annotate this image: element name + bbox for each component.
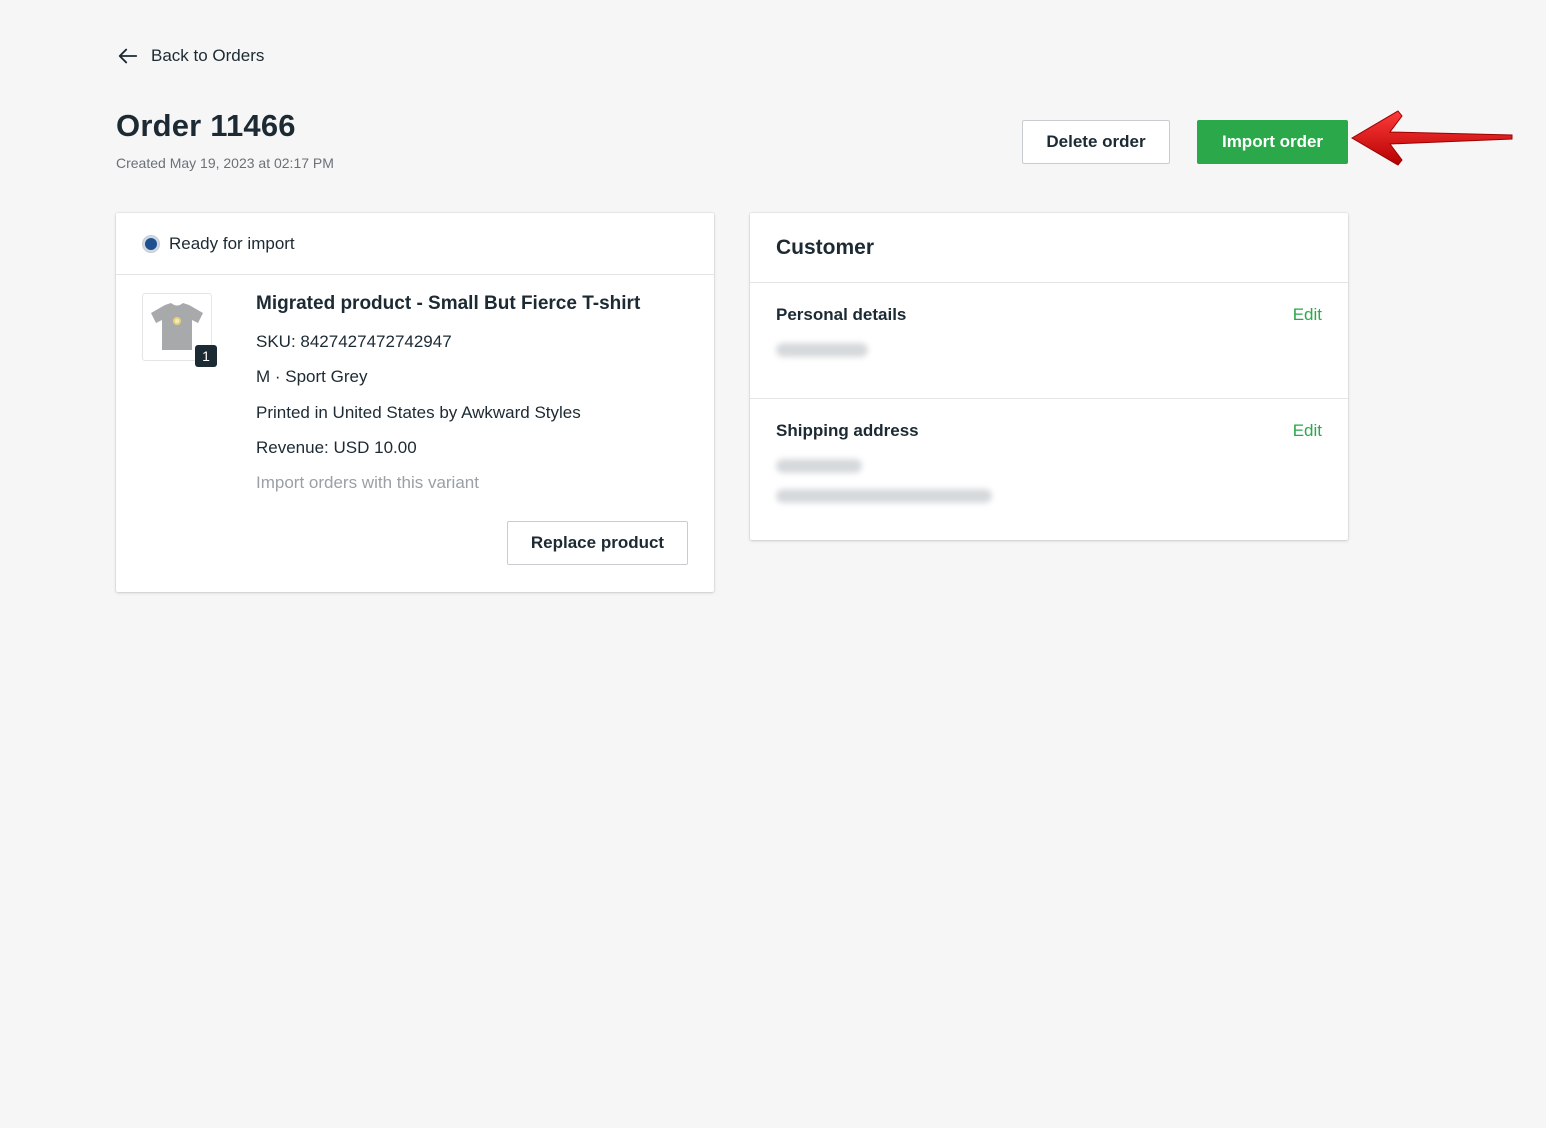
- product-printed-by: Printed in United States by Awkward Styl…: [256, 402, 581, 422]
- edit-shipping-address-link[interactable]: Edit: [1293, 421, 1322, 441]
- personal-details-section: Personal details Edit: [750, 283, 1348, 399]
- edit-personal-details-link[interactable]: Edit: [1293, 305, 1322, 325]
- quantity-badge: 1: [195, 345, 217, 367]
- customer-title: Customer: [776, 235, 875, 259]
- import-variant-link[interactable]: Import orders with this variant: [256, 472, 640, 507]
- customer-header: Customer: [750, 213, 1348, 283]
- product-variant: M · Sport Grey: [256, 367, 368, 387]
- redacted-address-line-2: [776, 489, 992, 503]
- status-row: Ready for import: [116, 213, 714, 275]
- product-row: 1 Migrated product - Small But Fierce T-…: [116, 275, 714, 591]
- redacted-name: [776, 343, 868, 357]
- page-title: Order 11466: [116, 108, 296, 143]
- product-sku: SKU: 8427427472742947: [256, 332, 452, 351]
- order-item-card: Ready for import 1 Migrated product - Sm…: [116, 213, 714, 592]
- arrow-left-icon: [118, 48, 138, 64]
- customer-card: Customer Personal details Edit Shipping …: [750, 213, 1348, 540]
- shipping-address-label: Shipping address: [776, 421, 919, 440]
- delete-order-button[interactable]: Delete order: [1022, 120, 1170, 164]
- shipping-address-section: Shipping address Edit: [750, 399, 1348, 539]
- redacted-address-line-1: [776, 459, 862, 473]
- order-page: Back to Orders Order 11466 Created May 1…: [0, 0, 1546, 1128]
- product-title: Migrated product - Small But Fierce T-sh…: [256, 293, 641, 314]
- product-revenue: Revenue: USD 10.00: [256, 437, 417, 457]
- back-link-label: Back to Orders: [151, 46, 265, 65]
- personal-details-label: Personal details: [776, 305, 907, 324]
- status-label: Ready for import: [169, 233, 295, 253]
- created-date: Created May 19, 2023 at 02:17 PM: [116, 155, 334, 171]
- annotation-arrow-icon: [1351, 110, 1513, 166]
- product-info: Migrated product - Small But Fierce T-sh…: [256, 293, 640, 507]
- back-to-orders-link[interactable]: Back to Orders: [117, 45, 264, 67]
- status-dot-icon: [143, 235, 159, 252]
- import-order-button[interactable]: Import order: [1197, 120, 1348, 164]
- replace-product-button[interactable]: Replace product: [507, 521, 688, 565]
